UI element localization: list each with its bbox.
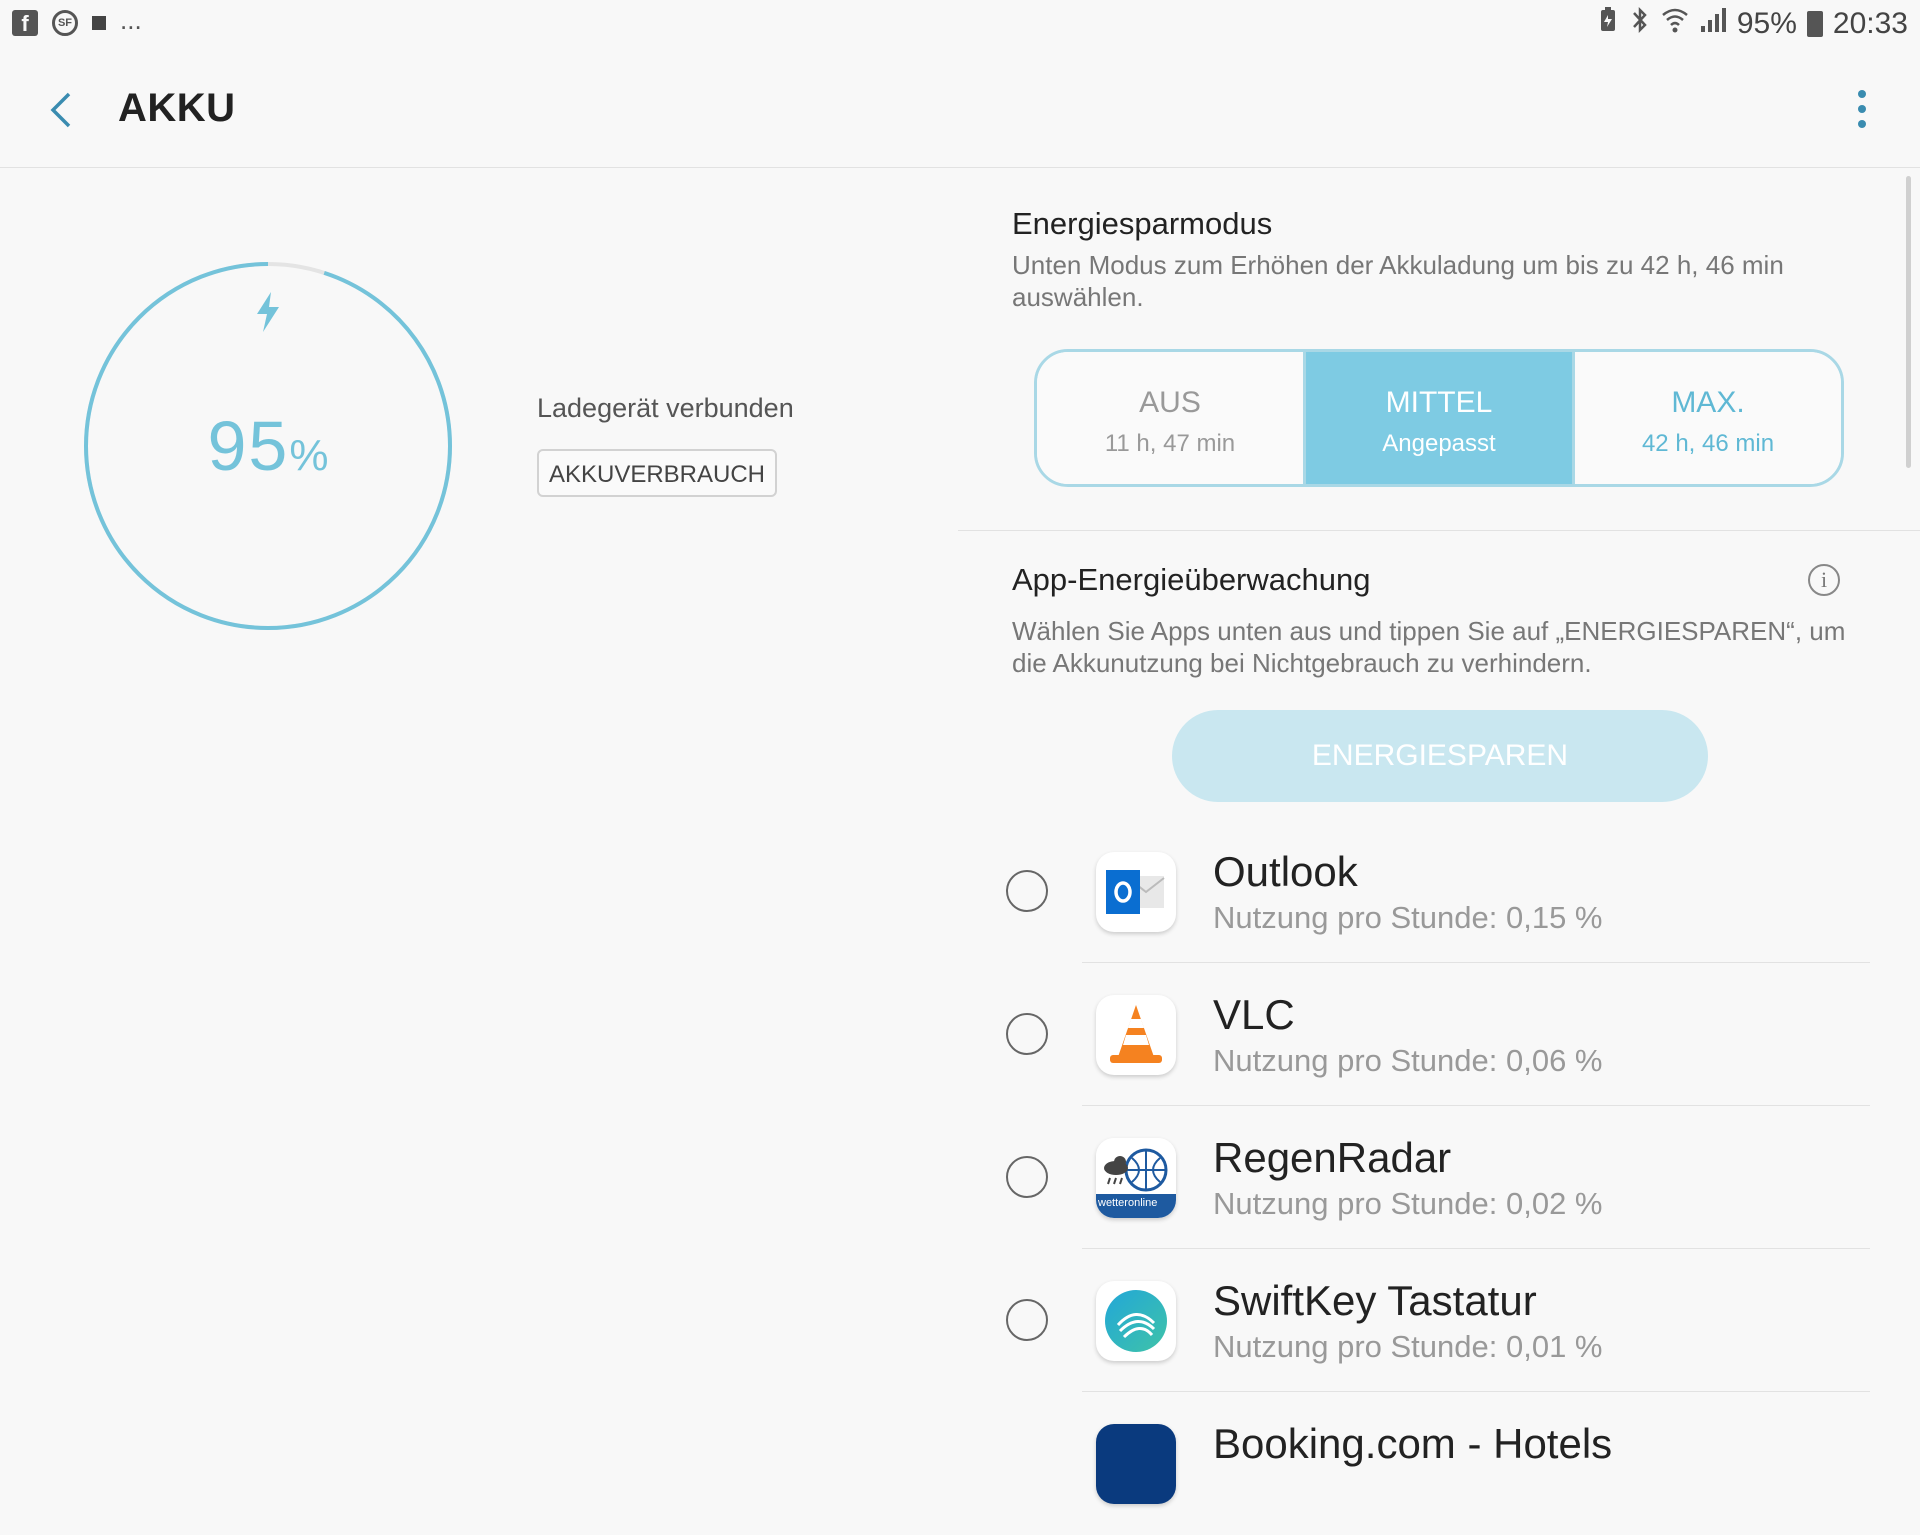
booking-icon [1096,1424,1176,1504]
regenradar-icon-text: wetteronline [1098,1197,1158,1209]
mode-sub: 11 h, 47 min [1104,430,1236,457]
battery-usage-button[interactable]: AKKUVERBRAUCH [537,449,777,497]
app-monitor-title: App-Energieüberwachung [1012,562,1371,597]
app-select-radio[interactable] [1006,870,1048,912]
power-saving-description: Unten Modus zum Erhöhen der Akkuladung u… [1012,250,1784,312]
regenradar-icon: wetteronline [1096,1138,1176,1218]
page-title: AKKU [118,86,236,130]
app-monitor-description: Wählen Sie Apps unten aus und tippen Sie… [1012,616,1846,678]
info-icon[interactable]: i [1808,564,1840,596]
charging-bolt-icon [254,292,282,337]
app-row-swiftkey[interactable]: SwiftKey Tastatur Nutzung pro Stunde: 0,… [958,1249,1920,1392]
app-name: SwiftKey Tastatur [1213,1277,1537,1324]
power-mode-selector: AUS 11 h, 47 min MITTEL Angepasst MAX. 4… [1034,349,1844,487]
back-button[interactable] [42,90,82,130]
vlc-cone-icon [1096,995,1176,1075]
bluetooth-icon [1629,6,1651,41]
more-vert-icon [1858,90,1866,98]
battery-percentage-value: 95 [207,407,290,485]
battery-saver-icon [1597,7,1619,40]
mode-off-option[interactable]: AUS 11 h, 47 min [1037,352,1303,484]
power-saving-title: Energiesparmodus [1012,206,1273,241]
system-icons: 95% 20:33 [1597,6,1908,41]
battery-percentage: 95% [82,406,454,486]
notification-icons: f SF ... [12,5,142,36]
status-bar: f SF ... 95% 20:33 [0,0,1920,52]
app-select-radio[interactable] [1006,1156,1048,1198]
app-row-vlc[interactable]: VLC Nutzung pro Stunde: 0,06 % [958,963,1920,1106]
more-notifications-indicator: ... [120,4,142,35]
outlook-icon [1096,852,1176,932]
mode-sub: Angepasst [1382,430,1496,457]
wifi-icon [1661,6,1689,41]
app-name: Outlook [1213,848,1358,895]
mode-sub: 42 h, 46 min [1641,430,1775,457]
app-name: RegenRadar [1213,1134,1452,1181]
app-usage: Nutzung pro Stunde: 0,15 % [1213,900,1603,935]
chevron-left-icon [50,92,71,128]
app-usage: Nutzung pro Stunde: 0,01 % [1213,1329,1603,1364]
clock: 20:33 [1832,6,1908,40]
mode-max-option[interactable]: MAX. 42 h, 46 min [1572,352,1841,484]
charger-status: Ladegerät verbunden [537,393,794,423]
swiftkey-icon [1096,1281,1176,1361]
app-usage: Nutzung pro Stunde: 0,02 % [1213,1186,1603,1221]
app-usage: Nutzung pro Stunde: 0,06 % [1213,1043,1603,1078]
app-row-regenradar[interactable]: wetteronline RegenRadar Nutzung pro Stun… [958,1106,1920,1249]
app-name: Booking.com - Hotels [1213,1420,1613,1467]
facebook-icon: f [12,10,38,36]
energy-save-button[interactable]: ENERGIESPAREN [1172,710,1708,802]
mode-label: MAX. [1671,386,1745,419]
mode-label: AUS [1139,386,1201,419]
notification-square-icon [92,16,106,30]
section-divider [958,530,1920,531]
app-select-radio[interactable] [1006,1299,1048,1341]
signal-icon [1699,6,1727,41]
app-row-outlook[interactable]: Outlook Nutzung pro Stunde: 0,15 % [958,820,1920,963]
battery-percentage-unit: % [289,431,329,480]
more-options-button[interactable] [1858,90,1868,134]
app-bar: AKKU [0,52,1920,168]
battery-percent-label: 95% [1736,6,1797,40]
mode-medium-option[interactable]: MITTEL Angepasst [1303,352,1572,484]
app-name: VLC [1213,991,1295,1038]
battery-icon [1806,10,1823,37]
scrollbar[interactable] [1906,176,1911,468]
app-row-booking[interactable]: Booking.com - Hotels [958,1392,1920,1535]
mode-label: MITTEL [1385,386,1493,419]
sf-app-icon: SF [52,10,78,36]
app-select-radio[interactable] [1006,1013,1048,1055]
